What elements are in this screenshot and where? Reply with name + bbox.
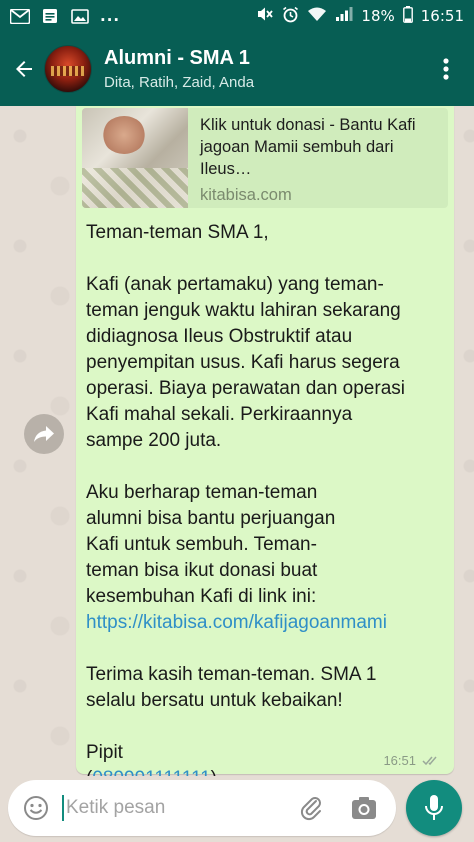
more-vert-icon [443,58,449,80]
link-preview-domain: kitabisa.com [200,186,292,204]
battery-percent: 18% [361,7,395,25]
message-paragraph-2: Aku berharap teman-teman alumni bisa ban… [86,482,336,607]
menu-button[interactable] [424,47,468,91]
battery-icon [402,5,413,27]
camera-button[interactable] [344,788,384,828]
back-button[interactable] [2,47,46,91]
donation-link[interactable]: https://kitabisa.com/kafijagoanmami [86,612,387,633]
gmail-icon [10,8,30,24]
wifi-icon [307,6,327,26]
emoji-icon [24,796,48,820]
message-paragraph-3: Terima kasih teman-teman. SMA 1 selalu b… [86,664,377,711]
message-paragraph-1: Kafi (anak pertamaku) yang teman- teman … [86,274,405,451]
status-bar: ... 18% 16:51 [0,0,474,32]
text-cursor [62,795,64,821]
message-input[interactable]: Ketik pesan [8,780,396,836]
chat-area[interactable]: Klik untuk donasi - Bantu Kafi jagoan Ma… [0,106,474,789]
more-notifications: ... [100,7,121,25]
attach-icon [300,797,321,821]
link-preview[interactable]: Klik untuk donasi - Bantu Kafi jagoan Ma… [82,108,448,208]
alarm-icon [282,6,299,27]
message-meta: 16:51 [383,753,440,768]
mute-icon [256,6,274,26]
clock: 16:51 [420,7,464,25]
group-name: Alumni - SMA 1 [104,47,250,69]
group-info[interactable]: Alumni - SMA 1 Dita, Ratih, Zaid, Anda [104,47,254,91]
emoji-button[interactable] [16,788,56,828]
signal-icon [335,6,353,26]
forward-icon [34,426,54,442]
camera-icon [352,797,376,819]
message-greeting: Teman-teman SMA 1, [86,222,269,243]
message-text: Teman-teman SMA 1, Kafi (anak pertamaku)… [86,220,450,792]
composer: Ketik pesan [0,776,474,842]
message-bubble[interactable]: Klik untuk donasi - Bantu Kafi jagoan Ma… [76,106,454,789]
attach-button[interactable] [292,788,332,828]
double-check-icon [422,756,437,766]
mic-button[interactable] [406,780,462,836]
link-preview-thumbnail [82,108,188,208]
group-avatar[interactable] [44,45,92,93]
message-placeholder: Ketik pesan [66,797,166,818]
chat-header: Alumni - SMA 1 Dita, Ratih, Zaid, Anda [0,32,474,106]
message-time: 16:51 [383,753,416,768]
back-arrow-icon [16,61,32,77]
calendar-icon [40,8,60,24]
link-preview-title: Klik untuk donasi - Bantu Kafi jagoan Ma… [200,116,416,178]
forward-button[interactable] [24,414,64,454]
image-icon [70,8,90,24]
group-members: Dita, Ratih, Zaid, Anda [104,74,255,91]
mic-icon [425,795,443,820]
